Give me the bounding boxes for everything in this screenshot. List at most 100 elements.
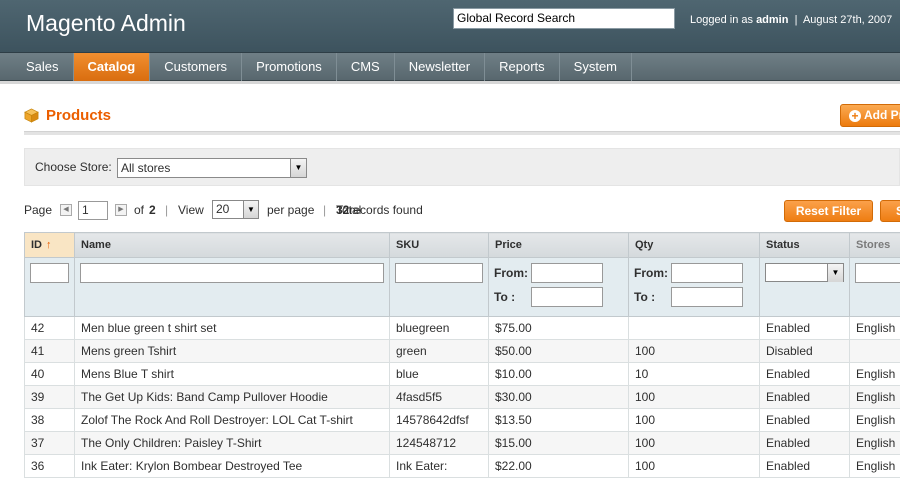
cell-name: The Only Children: Paisley T-Shirt xyxy=(74,431,390,455)
cell-status: Enabled xyxy=(759,431,850,455)
filter-cell-status: ▼ xyxy=(759,257,850,317)
cell-status: Enabled xyxy=(759,454,850,478)
column-header-status[interactable]: Status xyxy=(759,232,850,258)
price-to-label: To : xyxy=(494,290,516,304)
filter-qty-from-input[interactable] xyxy=(671,263,743,283)
of-label: of xyxy=(134,203,145,217)
records-found: Total 32 records found xyxy=(336,203,423,217)
nav-sales[interactable]: Sales xyxy=(0,53,74,81)
app-logo[interactable]: Magento Admin xyxy=(26,10,186,37)
total-suffix: records found xyxy=(349,203,423,217)
nav-system[interactable]: System xyxy=(560,53,632,81)
filter-price-to-input[interactable] xyxy=(531,287,603,307)
table-row[interactable]: 40 Mens Blue T shirt blue $10.00 10 Enab… xyxy=(24,362,900,386)
cell-qty: 10 xyxy=(628,362,760,386)
cell-name: Mens green Tshirt xyxy=(74,339,390,363)
page-title: Products xyxy=(46,107,112,124)
column-header-name[interactable]: Name xyxy=(74,232,390,258)
table-row[interactable]: 36 Ink Eater: Krylon Bombear Destroyed T… xyxy=(24,454,900,478)
cell-id: 36 xyxy=(24,454,75,478)
global-search-input[interactable]: Global Record Search xyxy=(453,8,675,29)
filter-qty-to-input[interactable] xyxy=(671,287,743,307)
cell-price: $22.00 xyxy=(488,454,629,478)
cell-stores: English xyxy=(849,316,900,340)
username: admin xyxy=(756,14,789,26)
cell-name: The Get Up Kids: Band Camp Pullover Hood… xyxy=(74,385,390,409)
per-page-select[interactable]: 20 ▼ xyxy=(212,200,259,219)
total-pages: 2 xyxy=(149,203,156,217)
next-page-icon[interactable]: ▶ xyxy=(115,204,127,216)
nav-promotions[interactable]: Promotions xyxy=(242,53,337,81)
cell-id: 38 xyxy=(24,408,75,432)
filter-row: From: To : From: To : ▼ xyxy=(24,257,900,317)
nav-catalog[interactable]: Catalog xyxy=(73,53,151,81)
column-header-id[interactable]: ID ↑ xyxy=(24,232,75,258)
cell-status: Enabled xyxy=(759,385,850,409)
price-from-label: From: xyxy=(494,266,528,280)
nav-divider xyxy=(0,81,900,84)
filter-stores-input[interactable] xyxy=(855,263,900,283)
filter-cell-qty: From: To : xyxy=(628,257,760,317)
nav-cms[interactable]: CMS xyxy=(337,53,395,81)
cell-stores: English xyxy=(849,385,900,409)
filter-cell-stores xyxy=(849,257,900,317)
store-select[interactable]: All stores ▼ xyxy=(117,158,307,178)
column-header-price[interactable]: Price xyxy=(488,232,629,258)
view-label: View xyxy=(178,203,204,217)
qty-from-label: From: xyxy=(634,266,668,280)
nav-newsletter[interactable]: Newsletter xyxy=(395,53,486,81)
nav-customers[interactable]: Customers xyxy=(150,53,243,81)
store-label: Choose Store: xyxy=(35,160,112,174)
filter-cell-sku xyxy=(389,257,489,317)
products-grid: ID ↑ Name SKU Price Qty Status Stores Fro… xyxy=(24,232,900,478)
cell-price: $50.00 xyxy=(488,339,629,363)
reset-filter-button[interactable]: Reset Filter xyxy=(784,200,873,222)
prev-page-icon[interactable]: ◀ xyxy=(60,204,72,216)
cell-price: $13.50 xyxy=(488,408,629,432)
cell-price: $75.00 xyxy=(488,316,629,340)
pager-separator: | xyxy=(165,203,169,217)
logged-in-label: Logged in as xyxy=(690,14,753,26)
cell-status: Enabled xyxy=(759,362,850,386)
table-row[interactable]: 41 Mens green Tshirt green $50.00 100 Di… xyxy=(24,339,900,363)
table-row[interactable]: 38 Zolof The Rock And Roll Destroyer: LO… xyxy=(24,408,900,432)
filter-cell-price: From: To : xyxy=(488,257,629,317)
cell-stores: English xyxy=(849,454,900,478)
table-row[interactable]: 39 The Get Up Kids: Band Camp Pullover H… xyxy=(24,385,900,409)
page-label: Page xyxy=(24,203,53,217)
filter-id-input[interactable] xyxy=(30,263,69,283)
cell-qty: 100 xyxy=(628,431,760,455)
cell-id: 37 xyxy=(24,431,75,455)
table-row[interactable]: 42 Men blue green t shirt set bluegreen … xyxy=(24,316,900,340)
pager: Page ◀ 1 ▶ of 2 | View 20 ▼ per page | T… xyxy=(24,199,624,221)
current-date: August 27th, 2007 xyxy=(802,14,893,26)
cell-stores: English xyxy=(849,362,900,386)
search-button[interactable]: Search xyxy=(880,200,900,222)
filter-sku-input[interactable] xyxy=(395,263,483,283)
store-switcher: Choose Store: All stores ▼ xyxy=(24,148,900,186)
cell-name: Zolof The Rock And Roll Destroyer: LOL C… xyxy=(74,408,390,432)
cell-qty: 100 xyxy=(628,454,760,478)
column-header-stores[interactable]: Stores xyxy=(849,232,900,258)
column-header-qty[interactable]: Qty xyxy=(628,232,760,258)
cell-qty: 100 xyxy=(628,408,760,432)
filter-name-input[interactable] xyxy=(80,263,384,283)
cell-stores: English xyxy=(849,408,900,432)
nav-reports[interactable]: Reports xyxy=(485,53,560,81)
cell-name: Ink Eater: Krylon Bombear Destroyed Tee xyxy=(74,454,390,478)
chevron-down-icon: ▼ xyxy=(290,159,306,177)
page-number-input[interactable]: 1 xyxy=(78,201,108,220)
cell-price: $30.00 xyxy=(488,385,629,409)
table-row[interactable]: 37 The Only Children: Paisley T-Shirt 12… xyxy=(24,431,900,455)
header-separator: | xyxy=(794,14,798,26)
column-header-sku[interactable]: SKU xyxy=(389,232,489,258)
main-nav: Sales Catalog Customers Promotions CMS N… xyxy=(0,52,900,81)
filter-price-from-input[interactable] xyxy=(531,263,603,283)
cell-id: 41 xyxy=(24,339,75,363)
cell-sku: 14578642dfsf xyxy=(389,408,489,432)
cell-name: Men blue green t shirt set xyxy=(74,316,390,340)
filter-cell-name xyxy=(74,257,390,317)
cell-stores: English xyxy=(849,431,900,455)
add-product-button[interactable]: +Add Product xyxy=(840,104,900,127)
filter-status-select[interactable]: ▼ xyxy=(765,263,844,282)
